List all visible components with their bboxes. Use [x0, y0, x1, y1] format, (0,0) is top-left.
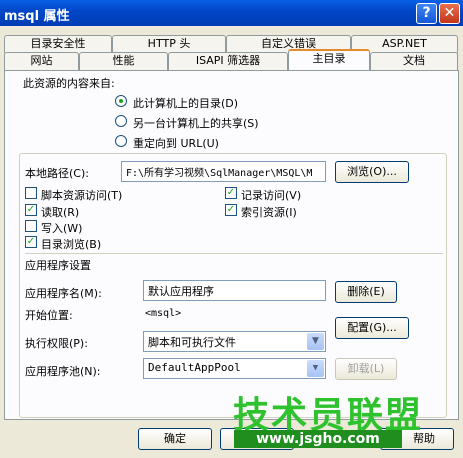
tab-home-directory[interactable]: 主目录	[288, 49, 370, 70]
remove-button[interactable]: 删除(E)	[335, 281, 397, 303]
start-position-label: 开始位置:	[25, 309, 73, 322]
window-title: msql 属性	[4, 9, 70, 24]
browse-button[interactable]: 浏览(O)...	[335, 161, 409, 183]
checkbox-index-resource[interactable]: ✓	[225, 204, 237, 216]
checkbox-write[interactable]	[25, 220, 37, 232]
tab-performance[interactable]: 性能	[79, 52, 168, 70]
local-path-label: 本地路径(C):	[25, 167, 89, 180]
radio-local-directory[interactable]	[115, 95, 127, 107]
checkbox-log-visits[interactable]: ✓	[225, 187, 237, 199]
radio-redirect-url-label: 重定向到 URL(U)	[133, 137, 219, 150]
checkbox-script-source-access[interactable]	[25, 187, 37, 199]
app-pool-select[interactable]: DefaultAppPool ▼	[143, 358, 326, 379]
checkbox-read[interactable]: ✓	[25, 204, 37, 216]
tab-documents[interactable]: 文档	[370, 52, 458, 70]
home-directory-panel: 此资源的内容来自: 此计算机上的目录(D) 另一台计算机上的共享(S) 重定向到…	[4, 70, 459, 420]
app-name-label: 应用程序名(M):	[25, 287, 102, 300]
tab-directory-security[interactable]: 目录安全性	[4, 35, 112, 53]
app-settings-heading: 应用程序设置	[25, 259, 91, 272]
help-icon[interactable]: ?	[416, 3, 437, 24]
unload-button: 卸载(L)	[335, 358, 397, 380]
execute-permissions-value: 脚本和可执行文件	[148, 336, 236, 349]
app-name-input[interactable]: 默认应用程序	[143, 280, 326, 301]
watermark-url: www.jsgho.com	[234, 430, 402, 448]
chevron-down-icon[interactable]: ▼	[307, 333, 324, 350]
radio-network-share[interactable]	[115, 115, 127, 127]
chevron-down-icon[interactable]: ▼	[307, 360, 324, 377]
checkbox-script-source-access-label: 脚本资源访问(T)	[41, 189, 123, 202]
radio-network-share-label: 另一台计算机上的共享(S)	[133, 117, 259, 130]
tab-http-headers[interactable]: HTTP 头	[112, 35, 226, 53]
ok-button[interactable]: 确定	[138, 428, 212, 450]
checkbox-directory-browsing-label: 目录浏览(B)	[41, 238, 102, 251]
configure-button[interactable]: 配置(G)...	[335, 317, 409, 339]
source-heading: 此资源的内容来自:	[23, 77, 115, 90]
radio-local-directory-label: 此计算机上的目录(D)	[133, 97, 239, 110]
tab-website[interactable]: 网站	[4, 52, 79, 70]
title-bar: msql 属性 ? ✕	[0, 0, 463, 26]
local-path-input[interactable]: F:\所有学习视频\SqlManager\MSQL\M	[121, 161, 326, 182]
separator	[25, 253, 443, 254]
radio-redirect-url[interactable]	[115, 135, 127, 147]
execute-permissions-select[interactable]: 脚本和可执行文件 ▼	[143, 331, 326, 352]
checkbox-log-visits-label: 记录访问(V)	[241, 189, 302, 202]
start-position-value: <msql>	[145, 308, 182, 319]
app-pool-value: DefaultAppPool	[148, 361, 241, 374]
checkbox-index-resource-label: 索引资源(I)	[241, 206, 297, 219]
execute-permissions-label: 执行权限(P):	[25, 337, 88, 350]
checkbox-directory-browsing[interactable]: ✓	[25, 236, 37, 248]
close-icon[interactable]: ✕	[439, 3, 460, 24]
checkbox-write-label: 写入(W)	[41, 222, 83, 235]
checkbox-read-label: 读取(R)	[41, 206, 80, 219]
tab-isapi-filters[interactable]: ISAPI 筛选器	[168, 52, 288, 70]
app-pool-label: 应用程序池(N):	[25, 365, 101, 378]
